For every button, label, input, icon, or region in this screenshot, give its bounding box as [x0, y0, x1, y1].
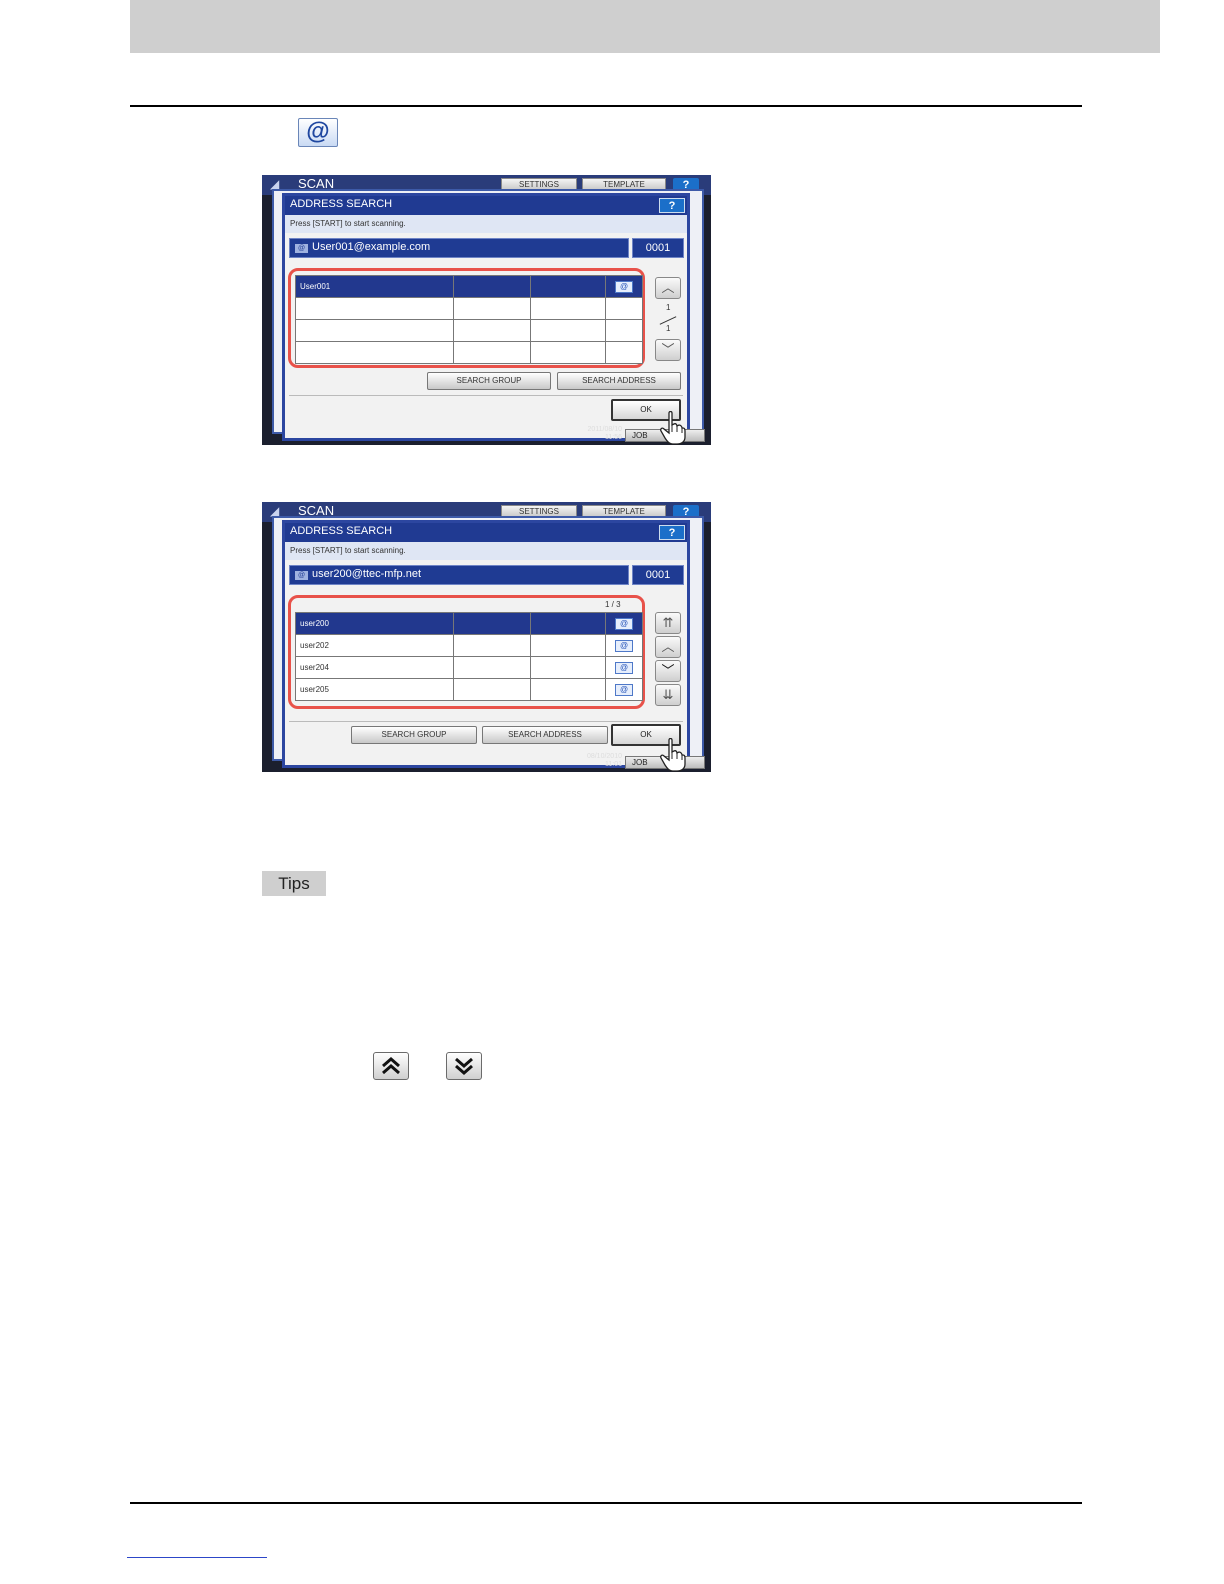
scroll-up-button[interactable]: ︿: [655, 277, 681, 299]
row-cell: [530, 319, 606, 342]
table-row[interactable]: User001 @: [295, 275, 643, 298]
row-cell: [453, 319, 531, 342]
address-search-dialog: ADDRESS SEARCH ? Press [START] to start …: [282, 193, 690, 441]
footer-rule: [130, 1502, 1082, 1504]
page-indicator: 1 / 3: [605, 600, 621, 609]
table-row[interactable]: user204 @: [295, 656, 643, 679]
row-cell: [453, 297, 531, 320]
search-group-button[interactable]: SEARCH GROUP: [351, 726, 477, 744]
row-email-cell: [605, 319, 643, 342]
search-result-list: User001 @: [295, 275, 643, 364]
status-bar: Press [START] to start scanning.: [285, 542, 687, 560]
email-icon: @: [298, 118, 338, 147]
row-name-cell: user202: [295, 634, 454, 657]
date-display: 2011/08/10: [587, 426, 622, 433]
pointer-hand-icon: [660, 738, 686, 772]
search-group-button[interactable]: SEARCH GROUP: [427, 372, 551, 390]
date-display: 08/10/2010: [586, 753, 622, 760]
row-name-cell: user204: [295, 656, 454, 679]
table-row[interactable]: user200 @: [295, 612, 643, 635]
destination-address: User001@example.com: [312, 241, 431, 253]
row-cell: [453, 275, 531, 298]
address-search-dialog: ADDRESS SEARCH ? Press [START] to start …: [282, 520, 690, 768]
row-cell: [530, 678, 606, 701]
row-email-cell: @: [605, 678, 643, 701]
scroll-top-button[interactable]: ⇈: [655, 612, 681, 634]
dialog-divider: [289, 721, 683, 722]
email-icon: @: [295, 571, 308, 580]
row-cell: [530, 341, 606, 364]
dialog-title: ADDRESS SEARCH: [290, 525, 393, 537]
tips-label: Tips: [262, 871, 326, 896]
dialog-divider: [289, 395, 683, 396]
dialog-title: ADDRESS SEARCH: [290, 198, 393, 210]
header-rule: [130, 105, 1082, 107]
screenshot-address-search-1: ◢ SCAN SETTINGS TEMPLATE ? ADDRESS SEARC…: [262, 175, 711, 445]
row-name-cell: [295, 341, 454, 364]
dialog-help-button[interactable]: ?: [659, 525, 685, 540]
row-name-cell: user200: [295, 612, 454, 635]
search-address-button[interactable]: SEARCH ADDRESS: [482, 726, 608, 744]
table-row[interactable]: user202 @: [295, 634, 643, 657]
row-name-cell: [295, 297, 454, 320]
row-cell: [530, 612, 606, 635]
scroll-bottom-button[interactable]: ⇊: [655, 684, 681, 706]
table-row[interactable]: [295, 341, 643, 364]
row-cell: [530, 297, 606, 320]
row-name-cell: user205: [295, 678, 454, 701]
scroll-top-icon: [373, 1052, 409, 1080]
scroll-down-button[interactable]: ﹀: [655, 660, 681, 682]
row-name-cell: [295, 319, 454, 342]
row-cell: [530, 634, 606, 657]
search-result-list: user200 @ user202 @ user204 @ user205 @: [295, 612, 643, 701]
table-row[interactable]: [295, 297, 643, 320]
page-header-band: [130, 0, 1160, 53]
row-cell: [453, 612, 531, 635]
footer-link-underline: [127, 1557, 267, 1558]
row-email-cell: @: [605, 656, 643, 679]
screenshot-address-search-2: ◢ SCAN SETTINGS TEMPLATE ? ADDRESS SEARC…: [262, 502, 711, 772]
email-icon: @: [615, 639, 633, 652]
status-text: Press [START] to start scanning.: [290, 219, 406, 228]
page-current: 1: [666, 303, 671, 312]
row-email-cell: [605, 297, 643, 320]
row-cell: [453, 341, 531, 364]
row-email-cell: [605, 341, 643, 364]
row-cell: [453, 678, 531, 701]
scroll-down-button[interactable]: ﹀: [655, 339, 681, 361]
search-address-button[interactable]: SEARCH ADDRESS: [557, 372, 681, 390]
status-bar: Press [START] to start scanning.: [285, 215, 687, 233]
row-cell: [453, 656, 531, 679]
dialog-help-button[interactable]: ?: [659, 198, 685, 213]
dialog-header: ADDRESS SEARCH ?: [285, 196, 687, 215]
row-name-cell: User001: [295, 275, 454, 298]
destination-bar[interactable]: @ User001@example.com: [289, 238, 629, 258]
table-row[interactable]: [295, 319, 643, 342]
table-row[interactable]: user205 @: [295, 678, 643, 701]
destination-bar[interactable]: @ user200@ttec-mfp.net: [289, 565, 629, 585]
destination-address: user200@ttec-mfp.net: [312, 568, 421, 580]
email-icon: @: [615, 280, 633, 293]
dialog-header: ADDRESS SEARCH ?: [285, 523, 687, 542]
email-icon: @: [615, 617, 633, 630]
row-email-cell: @: [605, 612, 643, 635]
row-email-cell: @: [605, 275, 643, 298]
scroll-bottom-icon: [446, 1052, 482, 1080]
email-icon: @: [295, 244, 308, 253]
page-total: 1: [666, 324, 671, 333]
pointer-hand-icon: [660, 411, 686, 445]
time-display: 11:01: [605, 761, 622, 768]
row-email-cell: @: [605, 634, 643, 657]
time-display: 11:56: [605, 434, 622, 441]
row-cell: [530, 275, 606, 298]
scroll-up-button[interactable]: ︿: [655, 636, 681, 658]
destination-count: 0001: [632, 238, 684, 258]
email-icon: @: [615, 683, 633, 696]
row-cell: [530, 656, 606, 679]
destination-count: 0001: [632, 565, 684, 585]
status-text: Press [START] to start scanning.: [290, 546, 406, 555]
row-cell: [453, 634, 531, 657]
email-icon: @: [615, 661, 633, 674]
